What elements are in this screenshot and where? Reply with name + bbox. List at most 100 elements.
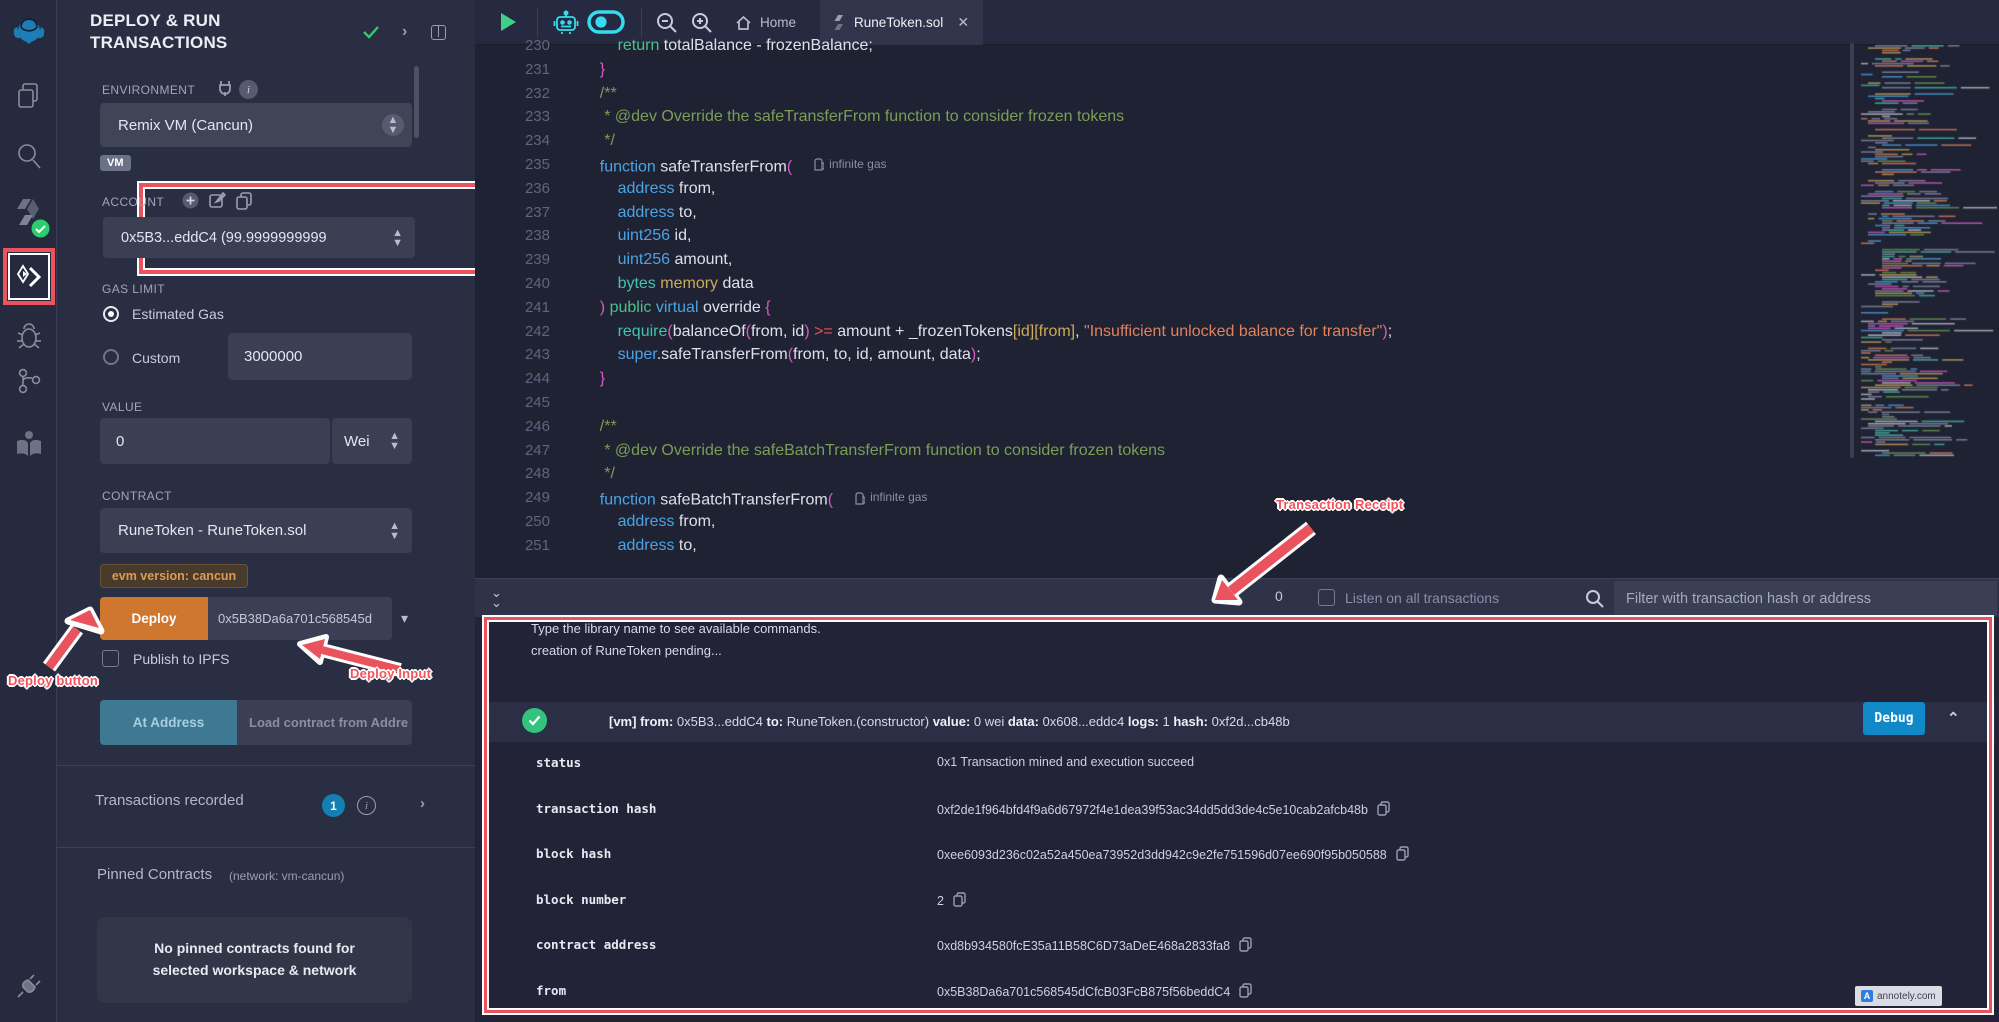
account-stepper-icon[interactable]: ▲▼: [392, 228, 403, 248]
file-explorer-icon[interactable]: [0, 80, 57, 112]
line-number: 234: [475, 129, 550, 153]
deploy-expand-chevron-icon[interactable]: ▾: [401, 610, 408, 627]
debug-button[interactable]: Debug: [1863, 702, 1925, 735]
receipt-field-value: 0x1 Transaction mined and execution succ…: [937, 755, 1194, 769]
editor-scrollbar[interactable]: [1850, 43, 1854, 458]
terminal-output[interactable]: Type the library name to see available c…: [475, 617, 1999, 1022]
deploy-constructor-input[interactable]: 0x5B38Da6a701c568545d: [208, 597, 392, 640]
copy-icon[interactable]: [953, 892, 966, 910]
copy-icon[interactable]: [1377, 801, 1390, 819]
pinned-contracts-label: Pinned Contracts: [97, 866, 212, 883]
line-number: 245: [475, 391, 550, 415]
panel-collapse-icon[interactable]: ›: [402, 23, 407, 41]
run-script-icon[interactable]: [498, 11, 518, 33]
receipt-row-from: from0x5B38Da6a701c568545dCfcB03FcB875f56…: [475, 971, 1999, 1017]
account-select[interactable]: 0x5B3...eddC4 (99.9999999999 ▲▼: [103, 217, 415, 258]
copy-icon[interactable]: [1239, 983, 1252, 1001]
copy-icon[interactable]: [1396, 846, 1409, 864]
code-line: 238 uint256 id,: [475, 224, 1999, 248]
receipt-field-label: block number: [536, 892, 626, 907]
transactions-info-icon[interactable]: i: [357, 796, 376, 815]
watermark: A annotely.com: [1855, 986, 1942, 1006]
terminal-tx-count: 0: [1275, 588, 1283, 604]
environment-info-icon[interactable]: i: [239, 80, 258, 99]
add-account-icon[interactable]: [182, 192, 199, 209]
code-line: 244 }: [475, 367, 1999, 391]
environment-label: ENVIRONMENT: [102, 83, 195, 97]
deploy-and-run-icon[interactable]: [8, 253, 50, 300]
environment-stepper-icon[interactable]: ▲▼: [382, 114, 404, 136]
search-icon[interactable]: [0, 140, 57, 172]
transactions-expand-icon[interactable]: ›: [420, 795, 425, 812]
estimated-gas-label: Estimated Gas: [132, 306, 224, 322]
receipt-field-label: contract address: [536, 937, 656, 952]
value-unit-select[interactable]: Wei ▲▼: [332, 418, 412, 464]
contract-stepper-icon[interactable]: ▲▼: [389, 521, 400, 541]
code-line: 236 address from,: [475, 177, 1999, 201]
receipt-field-value: 2: [937, 892, 966, 910]
remix-logo-icon[interactable]: [0, 12, 57, 56]
terminal-log-line: creation of RuneToken pending...: [531, 643, 722, 658]
listen-all-transactions-checkbox[interactable]: [1318, 589, 1335, 606]
terminal-collapse-icon[interactable]: ⌄⌄: [491, 588, 502, 608]
annotely-logo-icon: A: [1861, 990, 1873, 1002]
receipt-row-block-number: block number 2: [475, 880, 1999, 926]
pinned-network-label: (network: vm-cancun): [229, 869, 344, 883]
panel-pin-icon[interactable]: [431, 25, 446, 40]
receipt-field-label: block hash: [536, 846, 611, 861]
receipt-collapse-chevron-icon[interactable]: ⌃: [1947, 709, 1960, 727]
edit-account-icon[interactable]: [209, 192, 226, 209]
at-address-input[interactable]: Load contract from Addre: [237, 700, 412, 745]
receipt-summary: [vm] from: 0x5B3...eddC4 to: RuneToken.(…: [609, 714, 1290, 729]
copy-account-icon[interactable]: [236, 192, 252, 210]
code-line: 250 address from,: [475, 510, 1999, 534]
line-number: 248: [475, 462, 550, 486]
solidity-compiler-icon[interactable]: [0, 196, 57, 238]
toolbar-separator: [537, 8, 538, 37]
evm-version-badge: evm version: cancun: [100, 564, 248, 588]
copy-icon[interactable]: [1239, 937, 1252, 955]
at-address-button[interactable]: At Address: [100, 700, 237, 745]
contract-select[interactable]: RuneToken - RuneToken.sol ▲▼: [100, 508, 412, 553]
publish-ipfs-checkbox[interactable]: [102, 650, 119, 667]
ai-copilot-robot-icon[interactable]: [553, 9, 579, 36]
value-label: VALUE: [102, 400, 142, 414]
deploy-button-annotation-label: Deploy button: [8, 673, 98, 688]
git-icon[interactable]: [0, 366, 57, 396]
custom-gas-radio[interactable]: [103, 349, 119, 365]
editor-minimap[interactable]: [1857, 43, 1997, 458]
environment-select[interactable]: Remix VM (Cancun) ▲▼: [100, 103, 412, 147]
plug-icon[interactable]: [0, 970, 57, 1002]
line-number: 247: [475, 439, 550, 463]
panel-scrollbar[interactable]: [414, 66, 419, 138]
custom-gas-input[interactable]: 3000000: [228, 333, 412, 380]
solidity-file-icon: [834, 14, 846, 31]
zoom-out-icon[interactable]: [655, 11, 679, 35]
plugin-manager-icon[interactable]: [0, 426, 57, 462]
line-number: 241: [475, 296, 550, 320]
transactions-recorded-count-badge: 1: [322, 794, 345, 817]
activity-bar: [0, 0, 57, 1022]
receipt-field-label: status: [536, 755, 581, 770]
code-editor[interactable]: 230 return totalBalance - frozenBalance;…: [475, 34, 1999, 575]
code-line: 249 function safeBatchTransferFrom(infin…: [475, 486, 1999, 510]
code-line: 240 bytes memory data: [475, 272, 1999, 296]
line-number: 230: [475, 34, 550, 58]
close-tab-icon[interactable]: ✕: [957, 14, 969, 31]
receipt-row-transaction-hash: transaction hash0xf2de1f964bfd4f9a6d6797…: [475, 789, 1999, 835]
debugger-icon[interactable]: [0, 320, 57, 352]
code-line: 247 * @dev Override the safeBatchTransfe…: [475, 439, 1999, 463]
code-line: 235 function safeTransferFrom(infinite g…: [475, 153, 1999, 177]
toolbar-separator: [641, 8, 642, 37]
estimated-gas-radio[interactable]: [103, 306, 119, 322]
plug-small-icon[interactable]: [218, 80, 232, 97]
line-number: 242: [475, 320, 550, 344]
deploy-button[interactable]: Deploy: [100, 597, 208, 640]
transaction-filter-input[interactable]: Filter with transaction hash or address: [1614, 581, 1997, 616]
ai-toggle-icon[interactable]: [587, 10, 625, 34]
terminal-search-icon[interactable]: [1585, 589, 1604, 608]
value-input[interactable]: 0: [100, 418, 330, 464]
editor-column: Home RuneToken.sol ✕ 230 return totalBal…: [475, 0, 1999, 1022]
zoom-in-icon[interactable]: [690, 11, 714, 35]
value-unit-stepper-icon[interactable]: ▲▼: [389, 431, 400, 451]
